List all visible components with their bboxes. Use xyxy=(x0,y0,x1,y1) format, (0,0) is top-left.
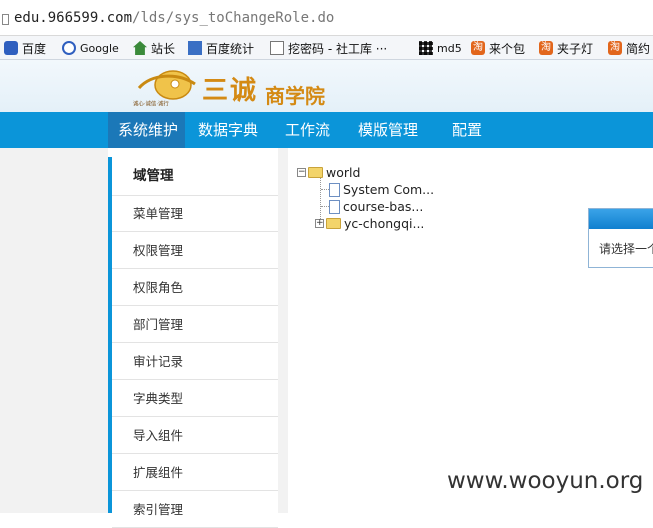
sidebar: 域管理 菜单管理 权限管理 权限角色 部门管理 审计记录 字典类型 导入组件 扩… xyxy=(108,157,278,528)
bookmark-label: 挖密码 - 社工库 ··· xyxy=(288,41,388,56)
sidebar-item-audit-log[interactable]: 审计记录 xyxy=(112,344,278,380)
expand-icon[interactable]: + xyxy=(315,219,324,228)
page-background xyxy=(0,148,108,513)
bookmark-label: Google xyxy=(80,41,119,55)
url-path: /lds/sys_toChangeRole.do xyxy=(132,10,335,26)
url-host: edu.966599.com xyxy=(14,10,133,26)
alert-dialog: 请选择一个 xyxy=(588,208,653,268)
tree-node-yc-chongqi[interactable]: + yc-chongqi... xyxy=(315,215,424,232)
nav-item-workflow[interactable]: 工作流 xyxy=(285,112,330,148)
tree-node-system-com[interactable]: System Com... xyxy=(329,181,434,198)
tree-node-root[interactable]: − world xyxy=(297,164,360,181)
url-text[interactable]: edu.966599.com/lds/sys_toChangeRole.do xyxy=(14,10,334,26)
sidebar-item-import-components[interactable]: 导入组件 xyxy=(112,418,278,454)
baidu-paw-icon xyxy=(4,41,18,55)
dialog-titlebar[interactable] xyxy=(589,209,653,229)
bookmark-wamima[interactable]: 挖密码 - 社工库 ··· xyxy=(270,39,387,57)
bookmark-label: 夹子灯 xyxy=(557,41,594,56)
bookmark-jianyue[interactable]: 淘简约 xyxy=(608,39,650,57)
bookmarks-bar: 百度 Google 站长 百度统计 挖密码 - 社工库 ··· md5 淘来个包… xyxy=(0,36,653,60)
content-divider xyxy=(278,148,288,513)
logo-tagline: 诚心·诚信·诚行 xyxy=(133,100,169,108)
google-icon xyxy=(62,41,76,55)
tree-connector xyxy=(321,206,329,207)
sidebar-item-permission-management[interactable]: 权限管理 xyxy=(112,233,278,269)
nav-item-system-maintenance[interactable]: 系统维护 xyxy=(108,112,185,148)
address-bar[interactable]: edu.966599.com/lds/sys_toChangeRole.do xyxy=(0,0,653,36)
dialog-message: 请选择一个 xyxy=(599,242,653,256)
page-icon xyxy=(270,41,284,55)
folder-open-icon xyxy=(308,167,323,178)
bookmark-label: md5 xyxy=(437,41,462,55)
stats-icon xyxy=(188,41,202,55)
bookmark-label: 简约 xyxy=(626,41,651,56)
tree-node-label[interactable]: System Com... xyxy=(343,182,434,197)
bookmark-zhanzhang[interactable]: 站长 xyxy=(133,39,175,57)
collapse-icon[interactable]: − xyxy=(297,168,306,177)
folder-icon xyxy=(326,218,341,229)
bookmark-baidu-stats[interactable]: 百度统计 xyxy=(188,39,254,57)
tree-node-course-bas[interactable]: course-bas... xyxy=(329,198,423,215)
bookmark-jiazideng[interactable]: 淘夹子灯 xyxy=(539,39,593,57)
bookmark-baidu[interactable]: 百度 xyxy=(4,39,46,57)
sidebar-item-extension-components[interactable]: 扩展组件 xyxy=(112,455,278,491)
bookmark-label: 百度统计 xyxy=(206,41,255,56)
file-icon xyxy=(329,182,340,197)
sidebar-item-menu-management[interactable]: 菜单管理 xyxy=(112,196,278,232)
sidebar-item-department-management[interactable]: 部门管理 xyxy=(112,307,278,343)
logo-title: 三诚 xyxy=(202,76,259,106)
sidebar-item-dictionary-types[interactable]: 字典类型 xyxy=(112,381,278,417)
tree-node-label[interactable]: course-bas... xyxy=(343,199,423,214)
watermark: www.wooyun.org xyxy=(447,468,644,494)
nav-item-template-management[interactable]: 模版管理 xyxy=(358,112,418,148)
grid-icon xyxy=(419,41,433,55)
nav-item-data-dictionary[interactable]: 数据字典 xyxy=(198,112,258,148)
taobao-icon: 淘 xyxy=(608,41,622,55)
bookmark-md5[interactable]: md5 xyxy=(419,39,462,57)
tree-connector xyxy=(321,189,329,190)
bookmark-label: 站长 xyxy=(151,41,176,56)
bookmark-laigebao[interactable]: 淘来个包 xyxy=(471,39,525,57)
page-icon xyxy=(2,14,9,25)
sidebar-item-permission-roles[interactable]: 权限角色 xyxy=(112,270,278,306)
house-icon xyxy=(133,41,147,55)
tree-node-label[interactable]: yc-chongqi... xyxy=(344,216,424,231)
file-icon xyxy=(329,199,340,214)
main-nav: 系统维护 数据字典 工作流 模版管理 配置 xyxy=(0,112,653,148)
taobao-icon: 淘 xyxy=(539,41,553,55)
sidebar-item-domain-management[interactable]: 域管理 xyxy=(112,157,278,196)
bookmark-label: 百度 xyxy=(22,41,47,56)
logo-subtitle: 商学院 xyxy=(265,84,325,108)
nav-item-config[interactable]: 配置 xyxy=(452,112,482,148)
tree-node-label[interactable]: world xyxy=(326,165,360,180)
taobao-icon: 淘 xyxy=(471,41,485,55)
sidebar-item-index-management[interactable]: 索引管理 xyxy=(112,492,278,528)
site-logo[interactable]: 诚心·诚信·诚行 三诚 商学院 xyxy=(133,66,337,110)
bookmark-label: 来个包 xyxy=(489,41,526,56)
bookmark-google[interactable]: Google xyxy=(62,39,119,57)
